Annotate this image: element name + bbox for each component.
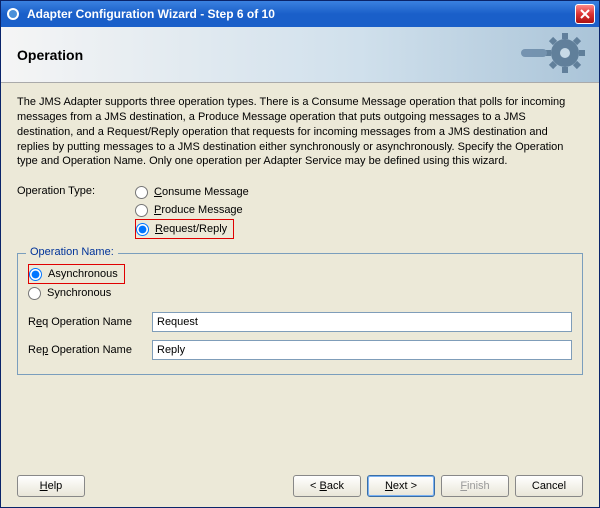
cancel-button[interactable]: Cancel xyxy=(515,475,583,497)
req-operation-label: Req Operation Name xyxy=(28,316,144,328)
radio-label-consume: Consume Message xyxy=(154,184,249,200)
rep-operation-input[interactable] xyxy=(152,340,572,360)
next-button[interactable]: Next > xyxy=(367,475,435,497)
close-button[interactable] xyxy=(575,4,595,24)
radio-label-async: Asynchronous xyxy=(48,266,118,282)
radio-input-request-reply[interactable] xyxy=(136,223,149,236)
radio-input-sync[interactable] xyxy=(28,287,41,300)
radio-asynchronous[interactable]: Asynchronous xyxy=(28,264,125,284)
operation-name-fieldset: Operation Name: Asynchronous Synchronous… xyxy=(17,253,583,375)
radio-synchronous[interactable]: Synchronous xyxy=(28,284,572,302)
operation-mode-options: Asynchronous Synchronous xyxy=(28,264,572,302)
operation-type-label: Operation Type: xyxy=(17,183,135,197)
radio-produce-message[interactable]: Produce Message xyxy=(135,201,253,219)
help-button[interactable]: Help xyxy=(17,475,85,497)
gear-icon xyxy=(521,31,591,79)
req-operation-input[interactable] xyxy=(152,312,572,332)
title-bar: Adapter Configuration Wizard - Step 6 of… xyxy=(1,1,599,27)
app-icon xyxy=(5,6,21,22)
finish-button: Finish xyxy=(441,475,509,497)
operation-name-legend: Operation Name: xyxy=(26,246,118,258)
operation-type-options: Consume Message Produce Message Request/… xyxy=(135,183,253,239)
radio-input-consume[interactable] xyxy=(135,186,148,199)
radio-label-produce: Produce Message xyxy=(154,202,243,218)
content-area: The JMS Adapter supports three operation… xyxy=(1,83,599,375)
rep-operation-row: Rep Operation Name xyxy=(28,340,572,360)
page-title: Operation xyxy=(17,47,83,63)
radio-input-produce[interactable] xyxy=(135,204,148,217)
radio-consume-message[interactable]: Consume Message xyxy=(135,183,253,201)
back-button[interactable]: < Back xyxy=(293,475,361,497)
operation-type-row: Operation Type: Consume Message Produce … xyxy=(17,183,583,239)
description-text: The JMS Adapter supports three operation… xyxy=(17,95,583,169)
wizard-window: Adapter Configuration Wizard - Step 6 of… xyxy=(0,0,600,508)
window-title: Adapter Configuration Wizard - Step 6 of… xyxy=(27,7,575,21)
req-operation-row: Req Operation Name xyxy=(28,312,572,332)
rep-operation-label: Rep Operation Name xyxy=(28,344,144,356)
radio-request-reply[interactable]: Request/Reply xyxy=(135,219,234,239)
button-bar: Help < Back Next > Finish Cancel xyxy=(1,475,599,497)
radio-label-sync: Synchronous xyxy=(47,285,111,301)
radio-input-async[interactable] xyxy=(29,268,42,281)
header-banner: Operation xyxy=(1,27,599,83)
radio-label-request-reply: Request/Reply xyxy=(155,221,227,237)
